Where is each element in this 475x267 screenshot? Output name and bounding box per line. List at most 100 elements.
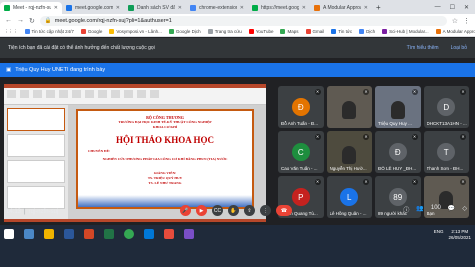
- bookmark-label: Google: [87, 29, 103, 34]
- close-tab-icon[interactable]: ✕: [240, 5, 244, 11]
- favicon-icon: [4, 5, 10, 11]
- maximize-icon[interactable]: ☐: [450, 4, 455, 11]
- meeting-code: rqj-nzfn-suj: [28, 208, 59, 215]
- participant-tile[interactable]: C ✕ Cao Văn Tuấn - ...: [278, 131, 324, 173]
- mic-muted-icon: ✕: [363, 89, 369, 95]
- bookmark-item[interactable]: Google: [80, 29, 103, 34]
- bookmark-item[interactable]: Google Dịch: [168, 29, 201, 34]
- chrome-icon[interactable]: [124, 229, 134, 239]
- bookmark-item[interactable]: Trang tra cứu: [207, 29, 242, 34]
- slide-thumbnail: [7, 108, 65, 131]
- apps-icon[interactable]: ⋮⋮⋮: [4, 29, 18, 35]
- dismiss-button[interactable]: Loại bỏ: [451, 45, 467, 51]
- participant-tile[interactable]: ✕ Nguyễn Thị Hườ...: [326, 131, 372, 173]
- more-vert-icon: ⋮: [263, 207, 268, 214]
- bookmark-favicon-icon: [168, 29, 174, 34]
- minimize-icon[interactable]: —: [435, 4, 441, 10]
- more-options-button[interactable]: ⋮: [260, 205, 271, 216]
- activities-icon[interactable]: ◇: [462, 205, 467, 214]
- participant-tile[interactable]: Đ ✕ ĐỖ LÊ HUY _ĐH...: [375, 131, 421, 173]
- participant-tile[interactable]: ✕ Triệu Quy Huy ...: [375, 86, 421, 128]
- mic-toggle-button[interactable]: 🎤: [180, 205, 191, 216]
- close-tab-icon[interactable]: ✕: [178, 5, 182, 11]
- video-feed: [342, 101, 357, 119]
- raise-hand-button[interactable]: ✋: [228, 205, 239, 216]
- browser-tab[interactable]: chrome-extension://appottele✕: [186, 2, 248, 14]
- browser-tab[interactable]: https://meet.google.com/rqj✕: [248, 2, 310, 14]
- menu-icon[interactable]: ⋮: [463, 17, 470, 25]
- url-text: meet.google.com/rqj-nzfn-suj?pli=1&authu…: [54, 17, 172, 24]
- bookmark-label: Google Dịch: [175, 29, 201, 34]
- mic-muted-icon: ✕: [363, 134, 369, 140]
- app-icon[interactable]: [184, 229, 194, 239]
- bookmark-item[interactable]: YouTube: [248, 29, 274, 34]
- clock-date: 26/05/2021: [448, 235, 471, 240]
- close-tab-icon[interactable]: ✕: [302, 5, 306, 11]
- tab-title: meet.google.com/rqj-nz: [75, 5, 113, 11]
- bookmark-favicon-icon: [280, 29, 286, 34]
- slide-topic: NGHIÊN CỨU PHƯƠNG PHÁP GIA CÔNG CƠ KHÍ B…: [102, 157, 228, 161]
- close-window-icon[interactable]: ✕: [464, 4, 469, 11]
- bookmark-item[interactable]: Dịch: [359, 29, 375, 34]
- back-icon[interactable]: ←: [5, 17, 12, 24]
- word-icon[interactable]: [64, 229, 74, 239]
- camera-toggle-button[interactable]: ▶: [196, 205, 207, 216]
- bookmark-item[interactable]: Vosymposi.vn - Lânh...: [109, 29, 162, 34]
- new-tab-button[interactable]: +: [372, 2, 385, 14]
- learn-more-link[interactable]: Tìm hiểu thêm: [407, 45, 439, 51]
- avatar: T: [437, 143, 456, 161]
- slide-topic-label: CHUYÊN ĐỀ:: [88, 149, 111, 153]
- participant-tile[interactable]: D ✕ DHCKT13A1HN - ...: [423, 86, 469, 128]
- clock[interactable]: 2:13 PM 26/05/2021: [448, 229, 471, 241]
- file-explorer-icon[interactable]: [44, 229, 54, 239]
- app-icon[interactable]: [164, 229, 174, 239]
- powerpoint-icon[interactable]: [84, 229, 94, 239]
- close-tab-icon[interactable]: ✕: [54, 5, 58, 11]
- meeting-separator: |: [24, 208, 26, 215]
- bookmark-item[interactable]: Sci-Hub | Modular...: [382, 29, 429, 34]
- edge-icon[interactable]: [144, 229, 154, 239]
- language-indicator[interactable]: ENG: [434, 229, 444, 234]
- bookmark-item[interactable]: Tin tức: [331, 29, 352, 34]
- participant-tile[interactable]: T ✕ Thanh Sơn - ĐH...: [423, 131, 469, 173]
- bookmark-label: YouTube: [255, 29, 274, 34]
- system-tray: ENG 2:13 PM 26/05/2021: [434, 229, 471, 241]
- video-feed: [390, 101, 405, 119]
- forward-icon[interactable]: →: [17, 17, 24, 24]
- tab-title: Danh sách SV đăng ký tham dự: [137, 5, 175, 11]
- browser-tab[interactable]: meet.google.com/rqj-nz✕: [62, 2, 124, 14]
- url-field[interactable]: 🔒 meet.google.com/rqj-nzfn-suj?pli=1&aut…: [39, 15, 447, 26]
- avatar: Đ: [291, 98, 310, 116]
- bookmark-item[interactable]: Tin tức cập nhật 24/7: [24, 29, 74, 34]
- favicon-icon: [314, 5, 320, 11]
- bookmark-item[interactable]: A Modular Approac...: [435, 29, 475, 34]
- reload-icon[interactable]: ↻: [29, 17, 35, 25]
- windows-start-icon[interactable]: [4, 229, 14, 239]
- search-icon[interactable]: [24, 229, 34, 239]
- participant-tile[interactable]: Đ ✕ Đỗ Anh Tuấn - Đ...: [278, 86, 324, 128]
- people-icon[interactable]: 👥: [416, 205, 423, 214]
- present-button[interactable]: ⇧: [244, 205, 255, 216]
- side-panel-buttons: ⓘ 👥 100 💬 ◇: [403, 205, 467, 214]
- participant-tile[interactable]: ✕: [326, 86, 372, 128]
- browser-tab[interactable]: Meet - rqj-nzfn-suj ✕: [0, 2, 62, 14]
- call-buttons: 🎤 ▶ CC ✋ ⇧ ⋮ ☎: [180, 205, 292, 216]
- mic-muted-icon: ✕: [314, 134, 321, 140]
- lock-icon: 🔒: [44, 17, 52, 24]
- close-tab-icon[interactable]: ✕: [364, 5, 368, 11]
- chat-icon[interactable]: 💬: [448, 205, 455, 214]
- close-tab-icon[interactable]: ✕: [116, 5, 120, 11]
- excel-icon[interactable]: [104, 229, 114, 239]
- info-icon[interactable]: ⓘ: [403, 205, 409, 214]
- mic-off-icon: 🎤: [182, 207, 189, 214]
- browser-tab[interactable]: A Modular Approach✕: [310, 2, 372, 14]
- camera-off-icon: ▶: [199, 207, 204, 214]
- bookmark-item[interactable]: Gmail: [305, 29, 324, 34]
- captions-button[interactable]: CC: [212, 205, 223, 216]
- leave-call-button[interactable]: ☎: [276, 205, 292, 216]
- participant-name: Đỗ Anh Tuấn - Đ...: [281, 121, 319, 126]
- browser-tab[interactable]: Danh sách SV đăng ký tham dự✕: [124, 2, 186, 14]
- bookmark-item[interactable]: Maps: [280, 29, 299, 34]
- bookmark-favicon-icon: [359, 29, 365, 34]
- star-icon[interactable]: ☆: [452, 17, 458, 25]
